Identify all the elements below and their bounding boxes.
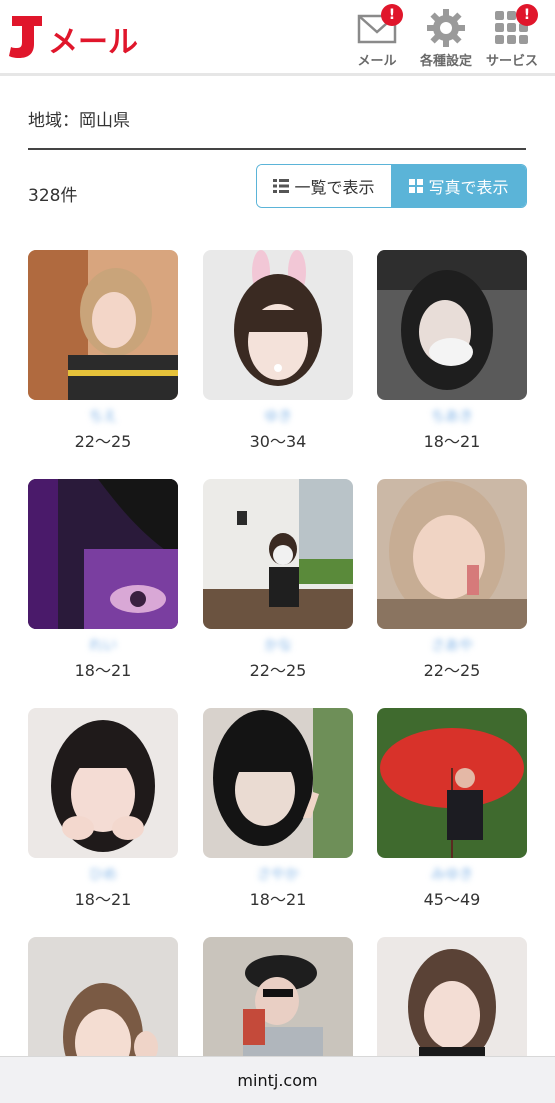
profile-age: 22〜25: [74, 432, 132, 451]
gear-icon: [426, 8, 466, 48]
profile-age: 22〜25: [249, 661, 307, 680]
app-header: メール ! メール 各種設定 ! サービス: [0, 0, 555, 76]
profile-card[interactable]: さやか 18〜21: [203, 708, 353, 910]
profile-card[interactable]: れい 18〜21: [28, 479, 178, 681]
service-label: サービス: [485, 54, 538, 69]
profile-photo[interactable]: [28, 250, 178, 400]
profile-name: ちあき: [431, 409, 473, 425]
mail-label: メール: [357, 54, 397, 69]
profile-photo[interactable]: [28, 708, 178, 858]
profile-card[interactable]: みゆき 45〜49: [377, 708, 527, 910]
profile-card[interactable]: かな 22〜25: [203, 479, 353, 681]
mail-icon: !: [357, 4, 403, 48]
profile-photo[interactable]: [203, 708, 353, 858]
profile-name: ひめ: [89, 867, 117, 883]
url-text: mintj.com: [237, 1070, 318, 1090]
profile-photo[interactable]: [377, 250, 527, 400]
photo-view-label: 写真で表示: [428, 178, 509, 197]
photo-view-button[interactable]: 写真で表示: [392, 165, 526, 207]
profile-name: ゆき: [264, 409, 292, 425]
svg-text:メール: メール: [48, 25, 138, 60]
divider: [28, 148, 526, 150]
region-label: 地域：岡山県: [28, 111, 130, 131]
jmail-logo[interactable]: メール: [8, 10, 138, 62]
profile-name: さやか: [257, 867, 299, 883]
profile-photo[interactable]: [377, 708, 527, 858]
photo-grid-icon: [409, 179, 424, 193]
profile-photo[interactable]: [28, 479, 178, 629]
profile-name: かな: [264, 638, 292, 654]
profile-photo[interactable]: [203, 479, 353, 629]
list-icon: [273, 179, 290, 193]
profile-card[interactable]: ちあき 18〜21: [377, 250, 527, 452]
grid-apps-icon: !: [492, 4, 538, 48]
profile-card[interactable]: ゆき 30〜34: [203, 250, 353, 452]
profile-age: 30〜34: [249, 432, 307, 451]
service-button[interactable]: ! サービス: [480, 4, 544, 69]
profile-age: 18〜21: [423, 432, 481, 451]
profile-name: ちえ: [89, 409, 117, 425]
settings-button[interactable]: 各種設定: [414, 8, 478, 69]
profile-age: 22〜25: [423, 661, 481, 680]
list-view-label: 一覧で表示: [294, 178, 375, 197]
profile-card[interactable]: ちえ 22〜25: [28, 250, 178, 452]
profile-name: みゆき: [431, 867, 473, 883]
result-count: 328件: [28, 186, 78, 206]
profile-age: 18〜21: [249, 890, 307, 909]
profile-card[interactable]: さあや 22〜25: [377, 479, 527, 681]
list-view-button[interactable]: 一覧で表示: [257, 165, 392, 207]
view-toggle: 一覧で表示 写真で表示: [256, 164, 527, 208]
profile-name: さあや: [431, 638, 473, 654]
profile-age: 18〜21: [74, 890, 132, 909]
notification-badge: !: [516, 4, 538, 26]
profile-card[interactable]: ひめ 18〜21: [28, 708, 178, 910]
profile-photo[interactable]: [377, 479, 527, 629]
mail-button[interactable]: ! メール: [345, 4, 409, 69]
profile-age: 18〜21: [74, 661, 132, 680]
profile-photo[interactable]: [203, 250, 353, 400]
settings-label: 各種設定: [419, 54, 472, 69]
profile-age: 45〜49: [423, 890, 481, 909]
profile-name: れい: [89, 638, 117, 654]
browser-url-bar[interactable]: mintj.com: [0, 1056, 555, 1103]
notification-badge: !: [381, 4, 403, 26]
